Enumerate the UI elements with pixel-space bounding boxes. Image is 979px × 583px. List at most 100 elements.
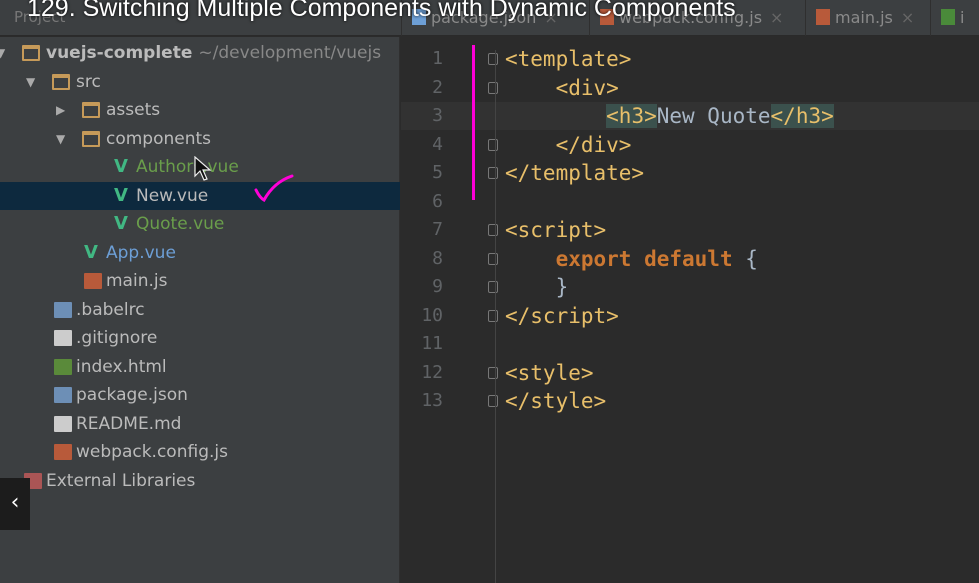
line-number: 11: [421, 333, 443, 354]
tree-item-name: assets: [106, 100, 161, 120]
fold-marker-icon[interactable]: [488, 167, 498, 179]
code-token: </style>: [505, 389, 607, 413]
code-text: </div>: [505, 131, 632, 159]
tree-item[interactable]: External Libraries: [0, 467, 400, 495]
code-token: </h3>: [770, 104, 834, 128]
tree-item-label: Quote.vue: [136, 210, 224, 238]
close-tab-icon[interactable]: ×: [901, 8, 914, 27]
tree-item[interactable]: ▼ vuejs-complete ~/development/vuejs: [0, 39, 400, 67]
tree-item[interactable]: webpack.config.js: [0, 438, 400, 466]
chevron-right-icon[interactable]: ▶: [56, 96, 65, 124]
json-file-icon: [54, 301, 72, 318]
code-token: </template>: [505, 161, 645, 185]
fold-marker-icon[interactable]: [488, 366, 498, 379]
tree-item[interactable]: index.html: [0, 353, 400, 381]
tree-item[interactable]: .gitignore: [0, 324, 400, 352]
tree-item[interactable]: ▶ assets: [0, 96, 400, 124]
chevron-down-icon[interactable]: ▼: [56, 125, 65, 153]
code-text: <style>: [505, 359, 594, 387]
line-number: 13: [421, 390, 443, 411]
folder-icon: [22, 45, 40, 61]
code-line[interactable]: 3 <h3>New Quote</h3>: [401, 102, 979, 130]
fold-marker-icon[interactable]: [488, 224, 498, 236]
tab-label: i: [960, 8, 965, 27]
code-text: }: [505, 273, 569, 301]
code-text: <script>: [505, 216, 606, 244]
tree-item[interactable]: README.md: [0, 410, 400, 438]
tree-item-label: assets: [106, 96, 160, 124]
code-line[interactable]: 11: [401, 330, 979, 358]
code-token: export default: [555, 246, 733, 271]
fold-marker-icon[interactable]: [488, 252, 498, 265]
line-number: 7: [432, 219, 443, 240]
tree-item-name: webpack.config.js: [76, 442, 228, 462]
tree-item[interactable]: .babelrc: [0, 296, 400, 324]
tree-item-label: App.vue: [106, 239, 176, 267]
code-text: <h3>New Quote</h3>: [505, 102, 834, 130]
fold-marker-icon[interactable]: [488, 138, 498, 151]
tree-item-label: package.json: [76, 381, 188, 409]
close-tab-icon[interactable]: ×: [770, 8, 783, 27]
chevron-down-icon[interactable]: ▼: [0, 39, 5, 67]
tree-item-name: .gitignore: [76, 328, 158, 348]
tree-item-label: webpack.config.js: [76, 438, 228, 466]
fold-marker-icon[interactable]: [488, 53, 498, 65]
line-number: 1: [432, 48, 443, 69]
code-line[interactable]: 1 <template>: [401, 45, 979, 73]
line-number: 10: [421, 304, 443, 326]
tree-item[interactable]: ▼ src: [0, 68, 400, 96]
js-file-icon: [816, 9, 830, 25]
editor-tab[interactable]: i: [930, 0, 974, 36]
md-file-icon: [54, 415, 72, 432]
annotation-checkmark: [254, 174, 294, 202]
tree-item-label: .gitignore: [76, 324, 157, 352]
line-number: 5: [432, 162, 443, 183]
tree-item-name: index.html: [76, 356, 167, 377]
fold-marker-icon[interactable]: [488, 281, 498, 293]
code-line[interactable]: 5 </template>: [401, 159, 979, 187]
fold-marker-icon[interactable]: [488, 395, 498, 407]
back-button[interactable]: ‹: [0, 478, 30, 530]
tree-item-label: Authors.vue: [136, 153, 239, 181]
fold-marker-icon[interactable]: [488, 81, 498, 94]
code-line[interactable]: 4 </div>: [401, 131, 979, 159]
code-line[interactable]: 12 <style>: [401, 359, 979, 387]
code-line[interactable]: 13 </style>: [401, 387, 979, 415]
code-line[interactable]: 6: [401, 188, 979, 216]
code-token: <template>: [505, 47, 632, 71]
tree-item[interactable]: V New.vue: [0, 181, 400, 210]
tree-item[interactable]: V App.vue: [0, 239, 400, 267]
code-token: </script>: [505, 303, 619, 328]
line-number: 2: [432, 76, 443, 98]
code-line[interactable]: 10 </script>: [401, 302, 979, 330]
folder-icon: [82, 102, 100, 118]
line-number: 4: [432, 133, 443, 155]
code-token: <h3>: [606, 104, 657, 128]
json-file-icon: [54, 387, 72, 403]
chevron-down-icon[interactable]: ▼: [26, 68, 35, 96]
code-line[interactable]: 7 <script>: [401, 216, 979, 244]
tree-item[interactable]: main.js: [0, 267, 400, 295]
code-editor[interactable]: 1 <template> 2 <div> 3 <h3>New Quote</h3> 4 …: [401, 37, 979, 583]
code-line[interactable]: 9 }: [401, 273, 979, 301]
tree-item-name: package.json: [76, 385, 188, 405]
code-line[interactable]: 8 export default {: [401, 245, 979, 273]
indent-guide: [495, 50, 496, 583]
editor-tab[interactable]: main.js ×: [805, 0, 924, 36]
mouse-cursor-icon: [194, 156, 212, 181]
code-line[interactable]: 2 <div>: [401, 74, 979, 102]
tree-item-label: index.html: [76, 353, 167, 381]
fold-marker-icon[interactable]: [488, 309, 498, 322]
tree-item-name: main.js: [106, 271, 168, 291]
code-token: {: [732, 246, 758, 271]
tree-item[interactable]: package.json: [0, 381, 400, 409]
vue-icon: V: [114, 156, 128, 177]
tree-item[interactable]: ▼ components: [0, 125, 400, 153]
tree-item-name: External Libraries: [46, 470, 196, 491]
tree-item-name: New.vue: [136, 185, 209, 206]
tree-item[interactable]: V Quote.vue: [0, 210, 400, 238]
